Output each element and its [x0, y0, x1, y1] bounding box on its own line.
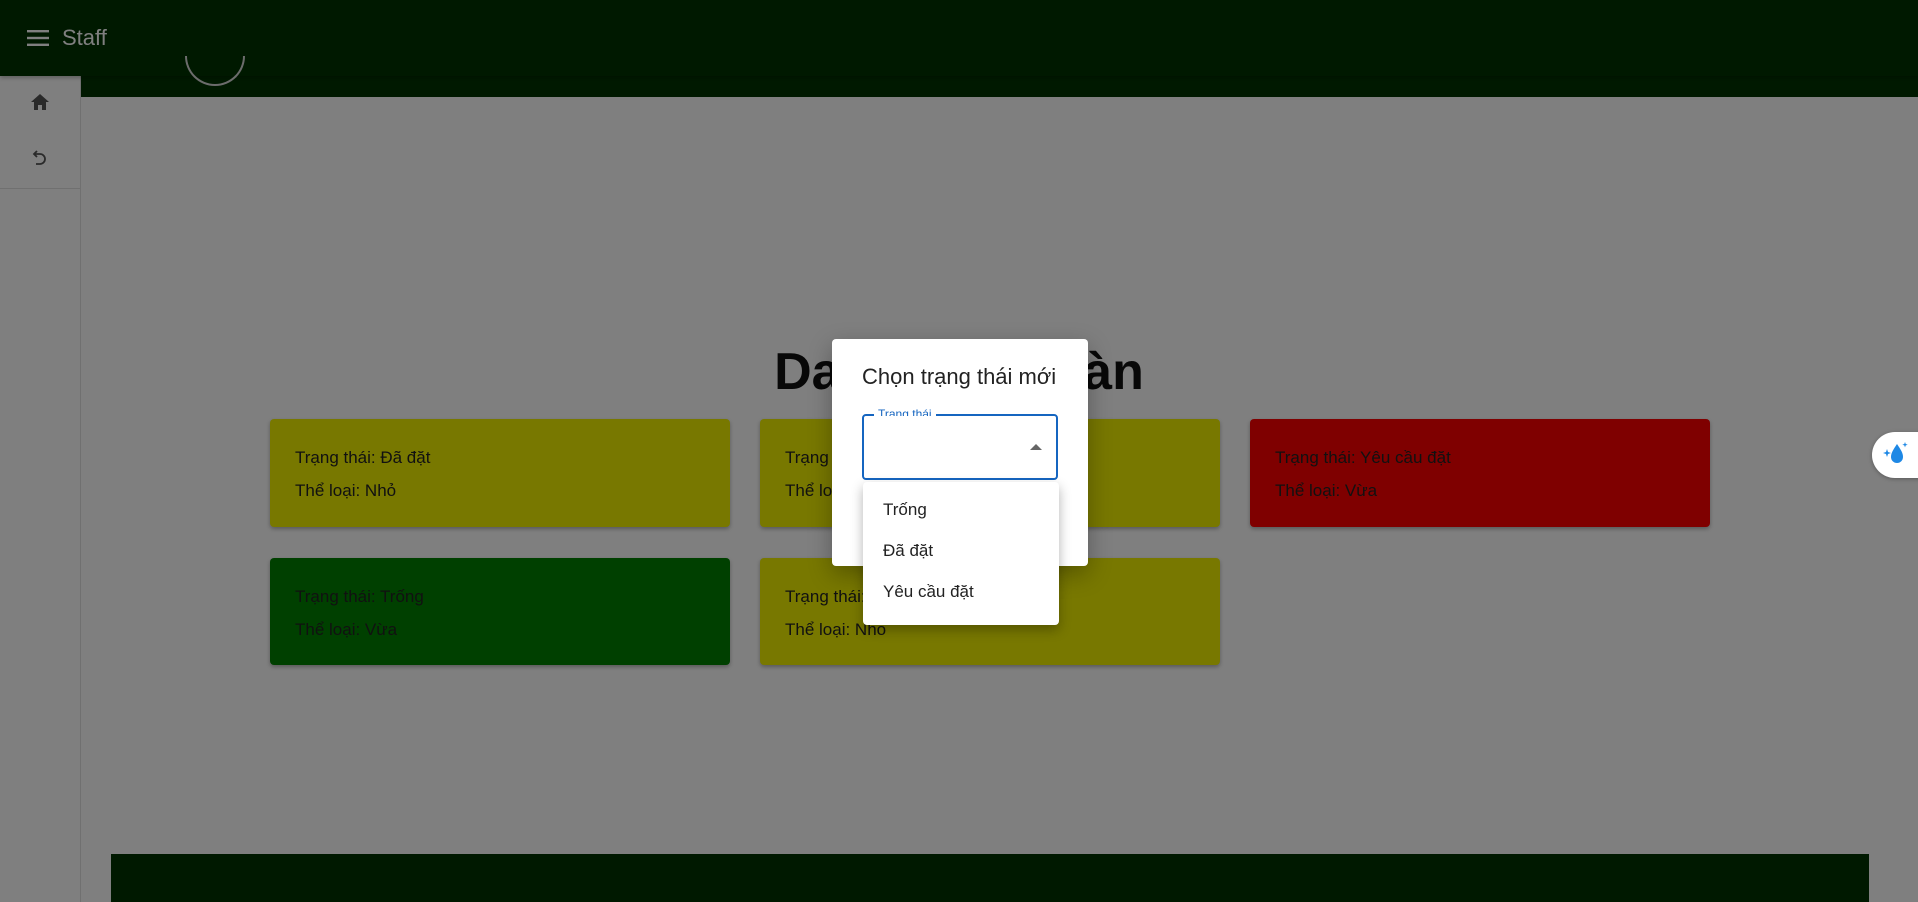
floating-helper-button[interactable]	[1872, 432, 1918, 478]
menu-option-requested[interactable]: Yêu cầu đặt	[863, 571, 1059, 612]
status-dropdown-menu: Trống Đã đặt Yêu cầu đặt	[863, 482, 1059, 625]
water-drop-sparkle-icon	[1880, 438, 1910, 473]
arrow-up-icon[interactable]	[1030, 444, 1042, 450]
dialog-title: Chọn trạng thái mới	[862, 364, 1057, 389]
status-select-label: Trạng thái	[874, 408, 936, 416]
menu-option-booked[interactable]: Đã đặt	[863, 530, 1059, 571]
status-select[interactable]: Trạng thái	[862, 408, 1058, 480]
menu-option-empty[interactable]: Trống	[863, 489, 1059, 530]
